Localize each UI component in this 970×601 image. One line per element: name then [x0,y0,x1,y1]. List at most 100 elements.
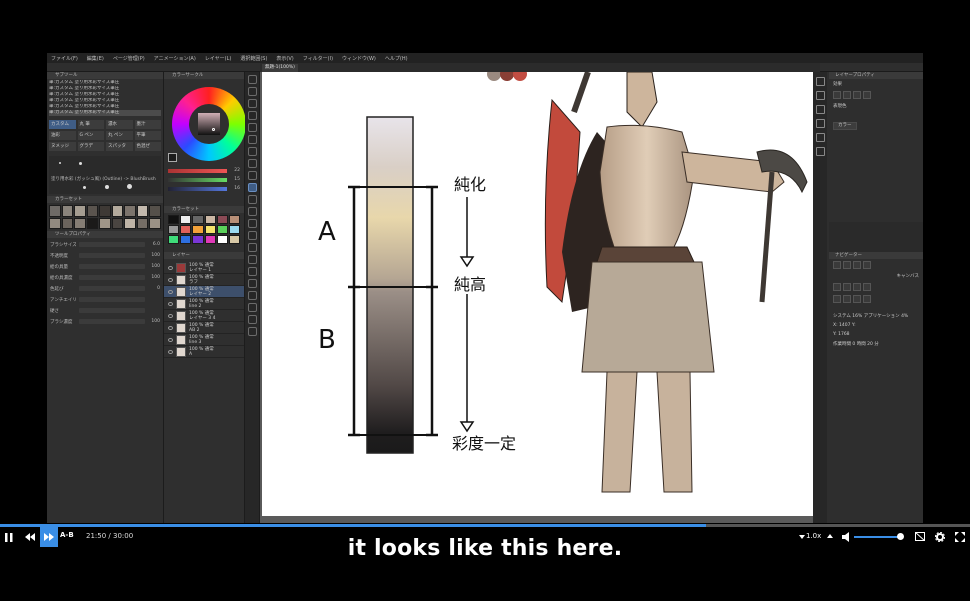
swatch[interactable] [192,235,204,244]
menu-file[interactable]: ファイル(F) [51,55,78,62]
brush-button[interactable]: 丸 筆 [77,120,104,129]
swatch[interactable] [180,215,192,224]
prop-slider[interactable] [79,308,145,313]
tone-icon[interactable] [853,91,861,99]
swatch[interactable] [86,217,99,229]
swatch[interactable] [149,217,161,229]
pen-tool-icon[interactable] [247,159,257,168]
auto-action-icon[interactable] [815,133,825,142]
auto-select-icon[interactable] [247,135,257,144]
prop-slider[interactable] [79,297,145,302]
swatch[interactable] [180,235,192,244]
prop-brush-density[interactable]: ブラシ濃度 100 [50,317,160,326]
swatch[interactable] [99,205,111,217]
history-icon[interactable] [815,119,825,128]
pencil-tool-icon[interactable] [247,171,257,180]
reset-icon[interactable] [863,261,871,269]
swatch[interactable] [216,225,228,234]
material-icon[interactable] [815,105,825,114]
grid-icon[interactable] [853,283,861,291]
frame-tool-icon[interactable] [247,279,257,288]
flip-icon[interactable] [843,261,851,269]
prop-color-stretch[interactable]: 色延び 0 [50,284,160,293]
text-tool-icon[interactable] [247,303,257,312]
sat-slider[interactable] [168,177,227,182]
subtool-item[interactable]: 筆:カスタム 塗り用水彩サイズ筆圧 [49,110,161,116]
swatch[interactable] [216,215,228,224]
prop-paint-amount[interactable]: 絵の具量 100 [50,262,160,271]
eraser-icon[interactable] [247,219,257,228]
prop-hardness[interactable]: 硬さ [50,306,160,315]
prop-opacity[interactable]: 不透明度 100 [50,251,160,260]
swatch[interactable] [99,217,111,229]
prop-paint-density[interactable]: 絵の具濃度 100 [50,273,160,282]
swatch[interactable] [168,235,180,244]
swatch[interactable] [111,217,124,229]
swatch[interactable] [192,225,204,234]
eye-icon[interactable] [168,289,173,294]
swatch[interactable] [136,205,149,217]
swatch[interactable] [124,205,136,217]
color-picker-cursor[interactable] [212,128,215,131]
grid-icon[interactable] [833,283,841,291]
swatch[interactable] [49,217,61,229]
grid-icon[interactable] [863,295,871,303]
balloon-tool-icon[interactable] [247,315,257,324]
eye-icon[interactable] [168,313,173,318]
swatch[interactable] [111,205,124,217]
layer-property-icon[interactable] [815,77,825,86]
swatch[interactable] [168,225,180,234]
swatch[interactable] [180,225,192,234]
ruler-tool-icon[interactable] [247,291,257,300]
brush-button[interactable]: G ペン [77,131,104,140]
swatch[interactable] [168,215,180,224]
sat-slider-row[interactable]: 15 [168,176,240,183]
menu-filter[interactable]: フィルター(I) [303,55,333,62]
prop-antialias[interactable]: アンチエイリアス [50,295,160,304]
prop-slider[interactable] [79,286,145,291]
layer-row[interactable]: 100 % 通常 A [164,346,244,358]
blend-tool-icon[interactable] [247,231,257,240]
saturation-value-square[interactable] [198,113,220,135]
move-tool-icon[interactable] [247,87,257,96]
expression-color-select[interactable]: カラー [833,122,857,130]
swatch[interactable] [216,235,228,244]
prop-slider[interactable] [79,242,145,247]
brush-button[interactable]: 墨汁 [134,120,161,129]
val-slider-row[interactable]: 16 [168,185,240,192]
fit-icon[interactable] [833,261,841,269]
size-dot[interactable] [79,162,82,165]
layer-row[interactable]: 100 % 通常 レイヤー 1 [164,262,244,274]
menu-page[interactable]: ページ管理(P) [113,55,145,62]
size-dot[interactable] [59,162,61,164]
menu-help[interactable]: ヘルプ(H) [385,55,408,62]
drawing-canvas[interactable]: A B 純化 純高 彩度一定 [262,72,813,516]
layer-row[interactable]: 100 % 通常 レイヤー 3 4 [164,310,244,322]
swatch[interactable] [136,217,149,229]
border-effect-icon[interactable] [833,91,841,99]
swatch[interactable] [204,225,216,234]
figure-tool-icon[interactable] [247,267,257,276]
decoration-icon[interactable] [247,207,257,216]
brush-button[interactable]: カスタム [49,120,76,129]
swatch[interactable] [74,217,86,229]
swatch[interactable] [192,215,204,224]
swatch[interactable] [204,235,216,244]
size-dot[interactable] [105,185,109,189]
eye-icon[interactable] [168,349,173,354]
selection-tool-icon[interactable] [247,123,257,132]
grid-icon[interactable] [843,295,851,303]
swatch[interactable] [61,205,74,217]
menu-layer[interactable]: レイヤー(L) [205,55,232,62]
swatch[interactable] [49,205,61,217]
prop-slider[interactable] [79,264,145,269]
eyedropper-icon[interactable] [247,147,257,156]
layer-row[interactable]: 100 % 通常 line 3 [164,334,244,346]
eye-icon[interactable] [168,265,173,270]
rotate-icon[interactable] [853,261,861,269]
gradient-tool-icon[interactable] [247,255,257,264]
menu-animation[interactable]: アニメーション(A) [154,55,196,62]
canvas-tab[interactable]: 無題-1(100%) [262,64,298,72]
sub-view-icon[interactable] [815,147,825,156]
menu-selection[interactable]: 選択範囲(S) [240,55,267,62]
